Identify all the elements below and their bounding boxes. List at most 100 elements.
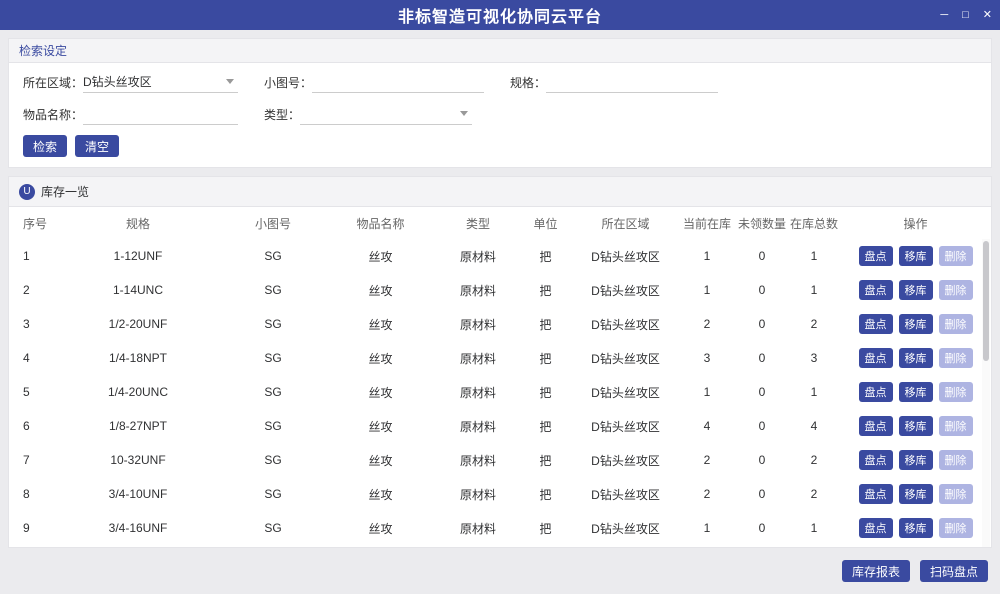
cell-unclaimed: 0: [736, 317, 788, 331]
area-select[interactable]: D钻头丝攻区: [83, 71, 238, 93]
delete-button[interactable]: 删除: [939, 348, 973, 368]
move-button[interactable]: 移库: [899, 246, 933, 266]
cell-no: 4: [9, 351, 53, 365]
scrollbar-thumb[interactable]: [983, 241, 989, 361]
column-header: 当前在库: [678, 215, 736, 232]
delete-button[interactable]: 删除: [939, 382, 973, 402]
cell-actions: 盘点移库删除: [840, 348, 991, 368]
table-row: 103/8--16SG丝攻原材料把D钻头丝攻区101盘点移库删除: [9, 545, 991, 547]
column-header: 所在区域: [573, 215, 678, 232]
scan-stocktake-button[interactable]: 扫码盘点: [920, 560, 988, 582]
cell-total: 1: [788, 521, 840, 535]
cell-spec: 3/4-16UNF: [53, 521, 223, 535]
cell-spec: 10-32UNF: [53, 453, 223, 467]
inventory-report-button[interactable]: 库存报表: [842, 560, 910, 582]
cell-total: 1: [788, 385, 840, 399]
search-panel-header: 检索设定: [9, 39, 991, 63]
table-row: 41/4-18NPTSG丝攻原材料把D钻头丝攻区303盘点移库删除: [9, 341, 991, 375]
table-row: 61/8-27NPTSG丝攻原材料把D钻头丝攻区404盘点移库删除: [9, 409, 991, 443]
item-name-input[interactable]: [83, 103, 238, 125]
column-header: 规格: [53, 215, 223, 232]
stocktake-button[interactable]: 盘点: [859, 416, 893, 436]
move-button[interactable]: 移库: [899, 416, 933, 436]
type-label: 类型：: [264, 106, 300, 123]
cell-name: 丝攻: [323, 418, 438, 435]
inventory-panel-header: U 库存一览: [9, 177, 991, 207]
stocktake-button[interactable]: 盘点: [859, 314, 893, 334]
stocktake-button[interactable]: 盘点: [859, 246, 893, 266]
cell-type: 原材料: [438, 486, 518, 503]
delete-button[interactable]: 删除: [939, 484, 973, 504]
type-select[interactable]: [300, 103, 472, 125]
search-panel: 检索设定 所在区域： D钻头丝攻区 小图号： 规格：: [8, 38, 992, 168]
column-header: 序号: [9, 215, 53, 232]
close-icon[interactable]: ✕: [983, 10, 992, 21]
delete-button[interactable]: 删除: [939, 450, 973, 470]
clear-button[interactable]: 清空: [75, 135, 119, 157]
cell-area: D钻头丝攻区: [573, 350, 678, 367]
cell-no: 8: [9, 487, 53, 501]
stocktake-button[interactable]: 盘点: [859, 450, 893, 470]
cell-actions: 盘点移库删除: [840, 314, 991, 334]
cell-type: 原材料: [438, 418, 518, 435]
cell-unclaimed: 0: [736, 283, 788, 297]
cell-type: 原材料: [438, 520, 518, 537]
move-button[interactable]: 移库: [899, 280, 933, 300]
table-body-wrap: 11-12UNFSG丝攻原材料把D钻头丝攻区101盘点移库删除21-14UNCS…: [9, 239, 991, 547]
cell-unit: 把: [518, 282, 573, 299]
cell-current: 1: [678, 249, 736, 263]
cell-actions: 盘点移库删除: [840, 382, 991, 402]
cell-drawing: SG: [223, 419, 323, 433]
cell-unclaimed: 0: [736, 385, 788, 399]
cell-unit: 把: [518, 486, 573, 503]
cell-name: 丝攻: [323, 486, 438, 503]
cell-actions: 盘点移库删除: [840, 246, 991, 266]
column-header: 操作: [840, 215, 991, 232]
delete-button[interactable]: 删除: [939, 280, 973, 300]
scrollbar[interactable]: [982, 239, 990, 547]
stocktake-button[interactable]: 盘点: [859, 484, 893, 504]
minimize-icon[interactable]: ─: [940, 10, 948, 21]
inventory-panel: U 库存一览 序号规格小图号物品名称类型单位所在区域当前在库未领数量在库总数操作…: [8, 176, 992, 548]
delete-button[interactable]: 删除: [939, 416, 973, 436]
cell-current: 2: [678, 487, 736, 501]
stocktake-button[interactable]: 盘点: [859, 280, 893, 300]
move-button[interactable]: 移库: [899, 382, 933, 402]
move-button[interactable]: 移库: [899, 484, 933, 504]
search-button[interactable]: 检索: [23, 135, 67, 157]
cell-area: D钻头丝攻区: [573, 520, 678, 537]
drawing-number-input[interactable]: [312, 71, 484, 93]
stocktake-button[interactable]: 盘点: [859, 518, 893, 538]
delete-button[interactable]: 删除: [939, 314, 973, 334]
stocktake-button[interactable]: 盘点: [859, 348, 893, 368]
stocktake-button[interactable]: 盘点: [859, 382, 893, 402]
move-button[interactable]: 移库: [899, 348, 933, 368]
move-button[interactable]: 移库: [899, 518, 933, 538]
cell-drawing: SG: [223, 249, 323, 263]
spec-input[interactable]: [546, 71, 718, 93]
cell-unclaimed: 0: [736, 487, 788, 501]
app-title: 非标智造可视化协同云平台: [0, 3, 1000, 27]
cell-unit: 把: [518, 452, 573, 469]
cell-unclaimed: 0: [736, 351, 788, 365]
spec-label: 规格：: [510, 74, 546, 91]
delete-button[interactable]: 删除: [939, 518, 973, 538]
cell-drawing: SG: [223, 351, 323, 365]
cell-total: 1: [788, 249, 840, 263]
cell-type: 原材料: [438, 384, 518, 401]
cell-drawing: SG: [223, 317, 323, 331]
cell-no: 2: [9, 283, 53, 297]
cell-current: 1: [678, 385, 736, 399]
cell-no: 6: [9, 419, 53, 433]
cell-current: 4: [678, 419, 736, 433]
titlebar: 非标智造可视化协同云平台 ─ □ ✕: [0, 0, 1000, 30]
move-button[interactable]: 移库: [899, 450, 933, 470]
cell-total: 2: [788, 487, 840, 501]
cell-area: D钻头丝攻区: [573, 452, 678, 469]
cell-current: 2: [678, 453, 736, 467]
maximize-icon[interactable]: □: [962, 10, 969, 21]
delete-button[interactable]: 删除: [939, 246, 973, 266]
move-button[interactable]: 移库: [899, 314, 933, 334]
cell-unit: 把: [518, 316, 573, 333]
cell-type: 原材料: [438, 248, 518, 265]
